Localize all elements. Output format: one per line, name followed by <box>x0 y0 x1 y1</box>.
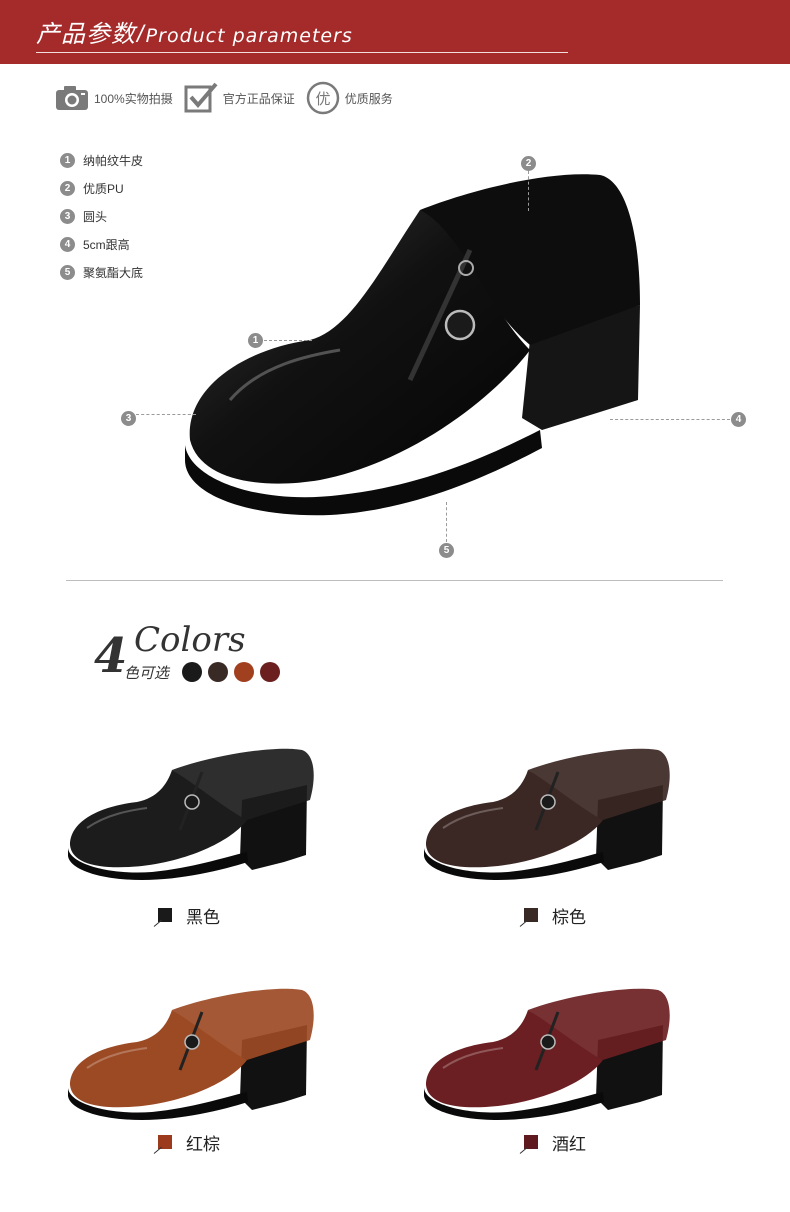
callout-line-4 <box>610 419 730 420</box>
colors-heading: 4 Colors 色可选 <box>94 620 334 690</box>
variant-shoe-image[interactable] <box>62 980 322 1120</box>
callout-line-2 <box>528 171 529 211</box>
section-divider <box>66 580 723 581</box>
variant-shoe-image[interactable] <box>418 980 678 1120</box>
colors-word: Colors <box>134 620 246 660</box>
feature-label: 纳帕纹牛皮 <box>83 153 144 168</box>
color-swatch-brown <box>208 662 228 682</box>
variant-label-tan[interactable]: 红棕 <box>158 1130 220 1154</box>
color-swatch-tan <box>234 662 254 682</box>
callout-line-5 <box>446 502 447 542</box>
color-square <box>158 1135 172 1149</box>
callout-5: 5 <box>439 543 454 558</box>
section-title-en: Product parameters <box>145 25 353 47</box>
badge-authentic: 官方正品保证 <box>183 82 295 114</box>
section-title-cn: 产品参数 <box>36 20 136 48</box>
header-underline <box>36 52 568 53</box>
callout-1: 1 <box>248 333 263 348</box>
feature-number: 4 <box>60 236 75 252</box>
variant-name: 黑色 <box>186 907 220 927</box>
variant-label-wine[interactable]: 酒红 <box>524 1130 586 1154</box>
you-quality-icon: 优 <box>305 81 341 115</box>
svg-text:优: 优 <box>315 90 330 108</box>
callout-3: 3 <box>121 411 136 426</box>
color-square <box>158 908 172 922</box>
feature-list: 1 纳帕纹牛皮 2 优质PU 3 圆头 4 5cm跟高 5 聚氨酯大底 <box>60 146 143 286</box>
list-item: 4 5cm跟高 <box>60 230 143 258</box>
variant-label-brown[interactable]: 棕色 <box>524 903 586 927</box>
list-item: 2 优质PU <box>60 174 143 202</box>
feature-label: 5cm跟高 <box>83 237 130 252</box>
hero-shoe-image <box>170 150 670 530</box>
color-square <box>524 1135 538 1149</box>
feature-label: 圆头 <box>83 209 108 224</box>
colors-subtitle: 色可选 <box>124 665 170 682</box>
feature-label: 优质PU <box>83 181 124 196</box>
section-title-separator: / <box>137 21 145 48</box>
callout-2: 2 <box>521 156 536 171</box>
badge-real-photo: 100%实物拍摄 <box>54 82 173 114</box>
variant-name: 酒红 <box>552 1134 586 1154</box>
color-count: 4 <box>94 628 128 684</box>
callout-line-1 <box>264 340 312 341</box>
color-square <box>524 908 538 922</box>
variant-name: 红棕 <box>186 1134 220 1154</box>
camera-icon <box>54 82 90 114</box>
feature-label: 聚氨酯大底 <box>83 265 144 280</box>
guarantee-badges: 100%实物拍摄 官方正品保证 优 优质服务 <box>54 80 403 116</box>
badge-label-authentic: 官方正品保证 <box>222 91 295 106</box>
callout-line-3 <box>136 414 196 415</box>
color-swatch-wine <box>260 662 280 682</box>
variant-shoe-image[interactable] <box>418 740 678 880</box>
list-item: 5 聚氨酯大底 <box>60 258 143 286</box>
checkmark-icon <box>183 82 219 114</box>
badge-service: 优 优质服务 <box>305 81 393 115</box>
feature-number: 5 <box>60 264 75 280</box>
color-swatch-black <box>182 662 202 682</box>
feature-number: 1 <box>60 152 75 168</box>
feature-number: 3 <box>60 208 75 224</box>
badge-label-real-photo: 100%实物拍摄 <box>94 91 173 106</box>
variant-name: 棕色 <box>552 907 586 927</box>
feature-number: 2 <box>60 180 75 196</box>
header-banner: 产品参数/Product parameters <box>0 0 790 64</box>
section-title: 产品参数/Product parameters <box>36 14 353 49</box>
variant-shoe-image[interactable] <box>62 740 322 880</box>
badge-label-service: 优质服务 <box>344 91 393 106</box>
list-item: 3 圆头 <box>60 202 143 230</box>
list-item: 1 纳帕纹牛皮 <box>60 146 143 174</box>
callout-4: 4 <box>731 412 746 427</box>
variant-label-black[interactable]: 黑色 <box>158 903 220 927</box>
